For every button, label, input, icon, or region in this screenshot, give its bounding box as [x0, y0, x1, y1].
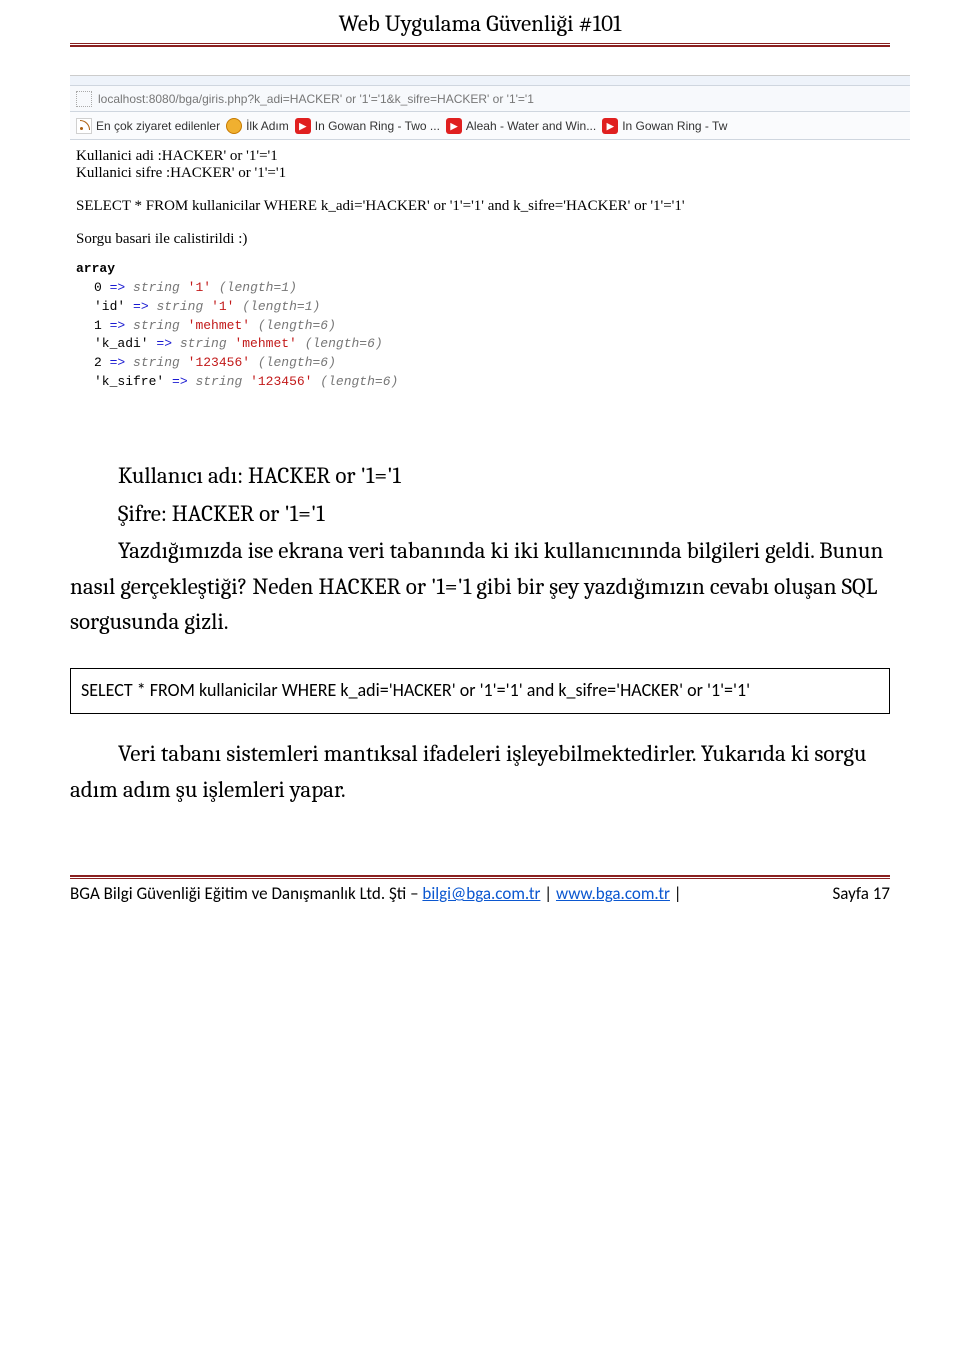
- bookmark-ilk-adim[interactable]: İlk Adım: [226, 118, 289, 134]
- footer-site-link[interactable]: www.bga.com.tr: [556, 883, 670, 904]
- arr-val: '123456': [188, 355, 250, 370]
- arr-idx: 'id': [94, 299, 125, 314]
- page-icon: [76, 91, 92, 107]
- page-body: Kullanici adi :HACKER' or '1'='1 Kullani…: [70, 140, 910, 398]
- browser-tabstrip: [70, 76, 910, 86]
- url-text: localhost:8080/bga/giris.php?k_adi=HACKE…: [98, 92, 534, 106]
- document-body: Kullanıcı adı: HACKER or '1='1 Şifre: HA…: [70, 458, 890, 807]
- bookmarks-toolbar: En çok ziyaret edilenler İlk Adım ▶ In G…: [70, 112, 910, 140]
- sql-code-box: SELECT * FROM kullanicilar WHERE k_adi='…: [70, 668, 890, 714]
- body-paragraph: Yazdığımızda ise ekrana veri tabanında k…: [70, 533, 890, 640]
- arr-val: '123456': [250, 374, 312, 389]
- bookmark-label: In Gowan Ring - Tw: [622, 119, 727, 133]
- output-line: Kullanici adi :HACKER' or '1'='1: [76, 148, 904, 165]
- bookmark-label: İlk Adım: [246, 119, 289, 133]
- footer-page-number: Sayfa 17: [833, 883, 891, 904]
- arr-len: (length=6): [258, 355, 336, 370]
- arr-type: string: [195, 374, 242, 389]
- body-line-kullanici: Kullanıcı adı: HACKER or '1='1: [70, 458, 890, 494]
- footer-sep: |: [670, 883, 682, 904]
- arr-len: (length=6): [320, 374, 398, 389]
- arr-type: string: [156, 299, 203, 314]
- body-paragraph-2: Veri tabanı sistemleri mantıksal ifadele…: [70, 736, 890, 807]
- footer-email-link[interactable]: bilgi@bga.com.tr: [422, 883, 540, 904]
- footer-rule: [70, 875, 890, 879]
- firefox-icon: [226, 118, 242, 134]
- bookmark-aleah[interactable]: ▶ Aleah - Water and Win...: [446, 118, 596, 134]
- arr-idx: 'k_sifre': [94, 374, 164, 389]
- body-line-sifre: Şifre: HACKER or '1='1: [70, 496, 890, 532]
- arr-type: string: [133, 280, 180, 295]
- output-line: Kullanici sifre :HACKER' or '1'='1: [76, 165, 904, 182]
- youtube-icon: ▶: [602, 118, 618, 134]
- arr-type: string: [133, 318, 180, 333]
- arr-type: string: [133, 355, 180, 370]
- arr-len: (length=1): [219, 280, 297, 295]
- feed-icon: [76, 118, 92, 134]
- header-rule: [70, 43, 890, 47]
- browser-screenshot: localhost:8080/bga/giris.php?k_adi=HACKE…: [70, 75, 910, 398]
- array-dump: array 0 => string '1' (length=1) 'id' =>…: [76, 260, 904, 392]
- array-keyword: array: [76, 261, 115, 276]
- youtube-icon: ▶: [295, 118, 311, 134]
- success-line: Sorgu basari ile calistirildi :): [76, 231, 904, 248]
- footer-left: BGA Bilgi Güvenliği Eğitim ve Danışmanlı…: [70, 883, 682, 904]
- sql-query-line: SELECT * FROM kullanicilar WHERE k_adi='…: [76, 198, 904, 215]
- arr-val: '1': [188, 280, 211, 295]
- arr-len: (length=1): [242, 299, 320, 314]
- arr-len: (length=6): [305, 336, 383, 351]
- bookmark-gowan2[interactable]: ▶ In Gowan Ring - Tw: [602, 118, 727, 134]
- bookmark-gowan[interactable]: ▶ In Gowan Ring - Two ...: [295, 118, 440, 134]
- arr-type: string: [180, 336, 227, 351]
- arr-val: 'mehmet': [234, 336, 296, 351]
- address-bar[interactable]: localhost:8080/bga/giris.php?k_adi=HACKE…: [70, 86, 910, 112]
- bookmark-most-visited[interactable]: En çok ziyaret edilenler: [76, 118, 220, 134]
- page-footer: BGA Bilgi Güvenliği Eğitim ve Danışmanlı…: [70, 875, 890, 904]
- bookmark-label: In Gowan Ring - Two ...: [315, 119, 440, 133]
- arr-val: '1': [211, 299, 234, 314]
- arr-len: (length=6): [258, 318, 336, 333]
- page-title: Web Uygulama Güvenliği #101: [70, 0, 890, 43]
- bookmark-label: En çok ziyaret edilenler: [96, 119, 220, 133]
- footer-org: BGA Bilgi Güvenliği Eğitim ve Danışmanlı…: [70, 883, 422, 904]
- arr-val: 'mehmet': [188, 318, 250, 333]
- bookmark-label: Aleah - Water and Win...: [466, 119, 596, 133]
- arr-idx: 'k_adi': [94, 336, 149, 351]
- footer-sep: |: [540, 883, 556, 904]
- arr-idx: 1: [94, 318, 102, 333]
- youtube-icon: ▶: [446, 118, 462, 134]
- arr-idx: 2: [94, 355, 102, 370]
- arr-idx: 0: [94, 280, 102, 295]
